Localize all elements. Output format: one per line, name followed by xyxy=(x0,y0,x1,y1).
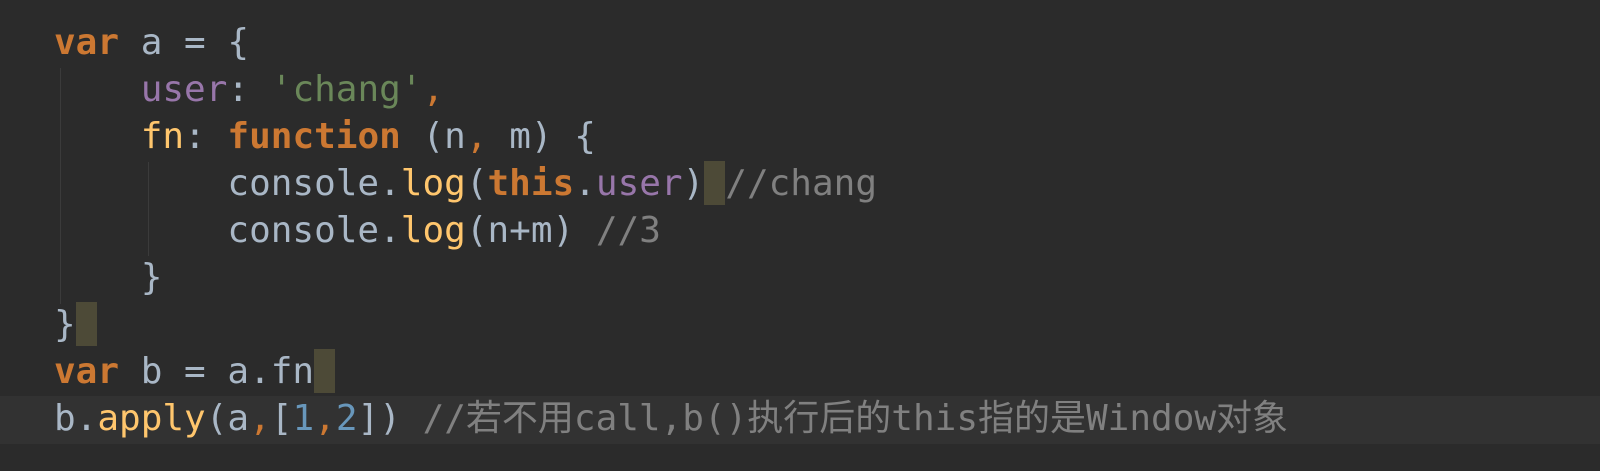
code-comment: //若不用call,b()执行后的this指的是Window对象 xyxy=(422,398,1289,439)
code-console: console. xyxy=(227,163,401,204)
code-dot: . xyxy=(574,163,596,204)
code-colon: : xyxy=(227,69,271,110)
property-fn: fn xyxy=(140,116,185,157)
code-brace: } xyxy=(140,257,163,298)
code-bracket-close: ]) xyxy=(357,398,423,439)
method-log: log xyxy=(400,210,466,251)
keyword-var: var xyxy=(54,351,120,392)
word-highlight xyxy=(314,349,336,393)
number-literal: 1 xyxy=(292,398,315,439)
code-line-3[interactable]: fn: function (n, m) { xyxy=(54,113,596,160)
code-console: console. xyxy=(227,210,401,251)
paren-match-highlight xyxy=(704,161,726,205)
code-line-5[interactable]: console.log(n+m) //3 xyxy=(54,207,661,254)
code-editor[interactable]: var a = { user: 'chang', fn: function (n… xyxy=(0,0,1600,471)
keyword-var: var xyxy=(54,22,120,63)
code-line-6[interactable]: } xyxy=(54,254,163,301)
code-paren-open: (a xyxy=(205,398,250,439)
code-comma: , xyxy=(314,398,336,439)
brace-match-highlight xyxy=(75,302,97,346)
code-comma: , xyxy=(422,69,445,110)
code-args: (n+m) xyxy=(465,210,596,251)
code-colon: : xyxy=(184,116,228,157)
code-line-2[interactable]: user: 'chang', xyxy=(54,66,444,113)
code-paren-close: ) xyxy=(682,163,705,204)
code-line-1[interactable]: var a = { xyxy=(54,19,249,66)
code-params-end: m) { xyxy=(487,116,596,157)
method-apply: apply xyxy=(97,398,206,439)
code-comma: , xyxy=(465,116,488,157)
code-line-4[interactable]: console.log(this.user) //chang xyxy=(54,160,877,207)
code-bracket-open: [ xyxy=(270,398,293,439)
property-user: user xyxy=(595,163,683,204)
code-text: a = { xyxy=(119,22,250,63)
keyword-this: this xyxy=(487,163,575,204)
code-text: b = a.fn xyxy=(119,351,315,392)
code-line-8[interactable]: var b = a.fn xyxy=(54,348,336,395)
string-literal: 'chang' xyxy=(270,69,423,110)
code-line-9[interactable]: b.apply(a,[1,2]) //若不用call,b()执行后的this指的… xyxy=(54,395,1288,442)
code-params: (n xyxy=(400,116,466,157)
code-comment: //chang xyxy=(725,163,877,204)
property-user: user xyxy=(140,69,228,110)
code-comma: , xyxy=(249,398,271,439)
code-comment: //3 xyxy=(595,210,661,251)
code-paren-open: ( xyxy=(465,163,488,204)
code-object: b. xyxy=(54,398,98,439)
number-literal: 2 xyxy=(335,398,358,439)
code-brace: } xyxy=(54,304,76,345)
method-log: log xyxy=(400,163,466,204)
code-line-7[interactable]: } xyxy=(54,301,97,348)
keyword-function: function xyxy=(227,116,401,157)
